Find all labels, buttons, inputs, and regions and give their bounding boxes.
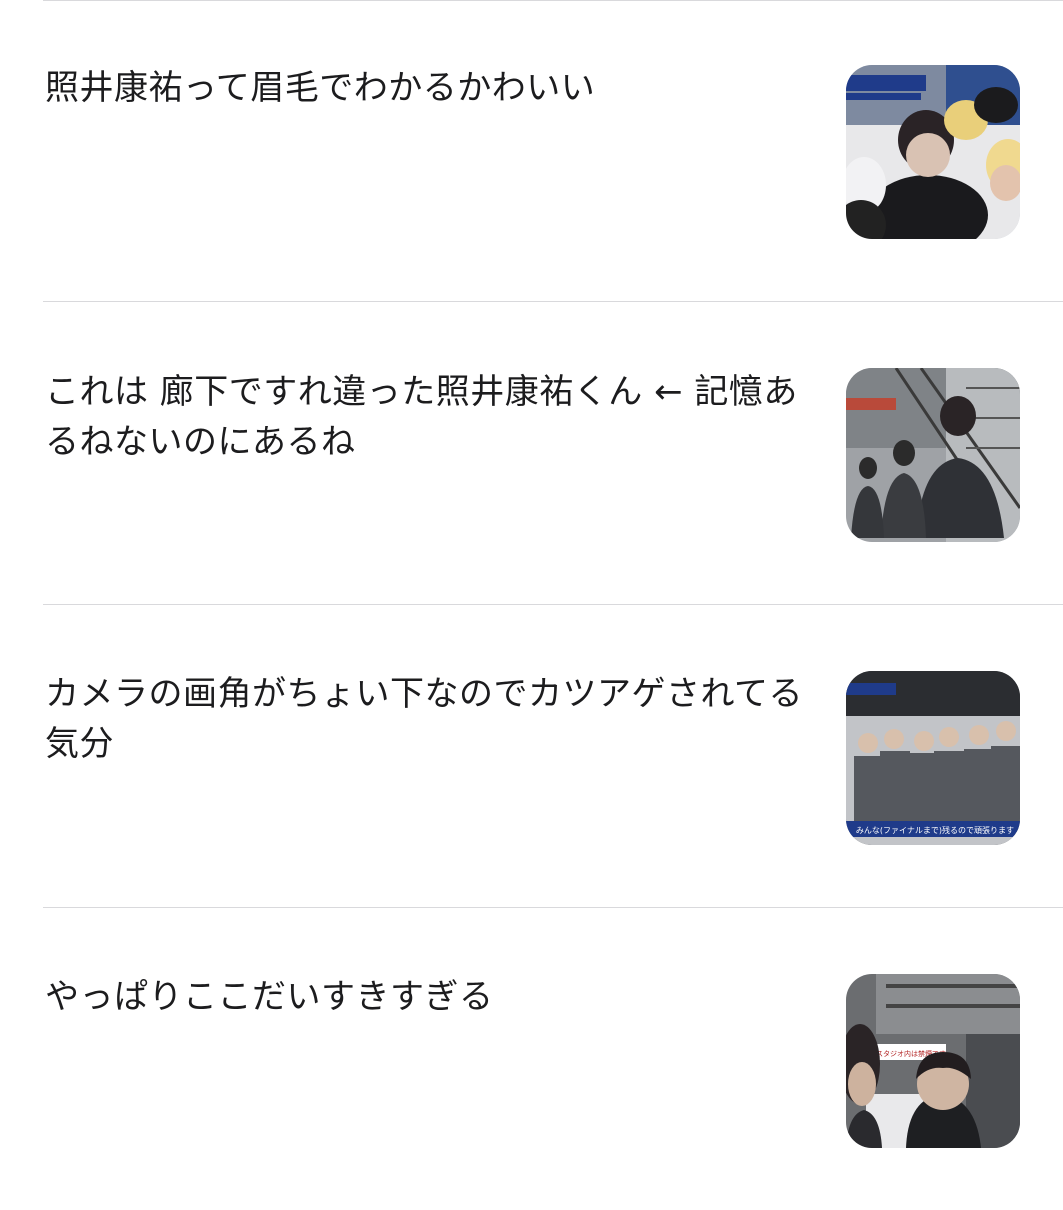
thumbnail-image: みんな(ファイナルまで)残るので頑張ります: [846, 671, 1020, 845]
note-text: これは 廊下ですれ違った照井康祐くん ← 記憶あるねないのにあるね: [45, 372, 798, 462]
list-item[interactable]: これは 廊下ですれ違った照井康祐くん ← 記憶あるねないのにあるね: [0, 302, 1063, 604]
people-on-train-thumbnail[interactable]: [846, 65, 1020, 239]
note-text: カメラの画角がちょい下なのでカツアゲされてる気分: [45, 674, 803, 764]
thumbnail-image: スタジオ内は禁煙です: [846, 974, 1020, 1148]
list-item[interactable]: カメラの画角がちょい下なのでカツアゲされてる気分 みんな(ファイナルまで)残るの…: [0, 605, 1063, 907]
group-in-suits-thumbnail[interactable]: みんな(ファイナルまで)残るので頑張ります: [846, 671, 1020, 845]
list-item[interactable]: やっぱりここだいすきすぎる スタジオ内は禁煙です: [0, 908, 1063, 1210]
note-text: やっぱりここだいすきすぎる: [45, 977, 494, 1017]
note-text: 照井康祐って眉毛でわかるかわいい: [45, 68, 596, 108]
list-item[interactable]: 照井康祐って眉毛でわかるかわいい: [0, 0, 1063, 302]
thumbnail-caption: みんな(ファイナルまで)残るので頑張ります: [856, 825, 1014, 835]
studio-closeup-thumbnail[interactable]: スタジオ内は禁煙です: [846, 974, 1020, 1148]
thumbnail-image: [846, 65, 1020, 239]
hallway-walking-thumbnail[interactable]: [846, 368, 1020, 542]
thumbnail-image: [846, 368, 1020, 542]
